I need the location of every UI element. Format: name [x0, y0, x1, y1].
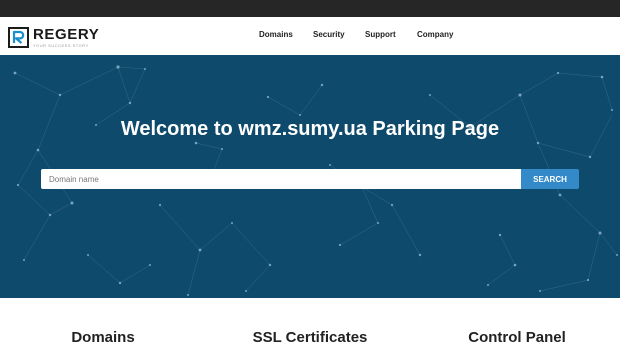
domain-search-form: SEARCH	[41, 169, 579, 189]
feature-control-panel-title: Control Panel	[468, 329, 566, 343]
hero-title: Welcome to wmz.sumy.ua Parking Page	[120, 118, 500, 140]
nav-security[interactable]: Security	[313, 30, 345, 39]
nav-domains[interactable]: Domains	[259, 30, 293, 39]
main-nav: Domains Security Support Company	[0, 17, 620, 55]
search-button[interactable]: SEARCH	[521, 169, 579, 189]
features-section: Domains SSL Certificates Control Panel	[0, 298, 620, 343]
domain-search-input[interactable]	[41, 169, 521, 189]
nav-company[interactable]: Company	[417, 30, 453, 39]
top-bar	[0, 0, 620, 17]
nav-support[interactable]: Support	[365, 30, 396, 39]
site-header: REGERY YOUR SUCCESS STORY Domains Securi…	[0, 17, 620, 55]
hero-section: Welcome to wmz.sumy.ua Parking Page SEAR…	[0, 55, 620, 298]
feature-ssl-title: SSL Certificates	[252, 329, 368, 343]
feature-domains-title: Domains	[71, 329, 135, 343]
